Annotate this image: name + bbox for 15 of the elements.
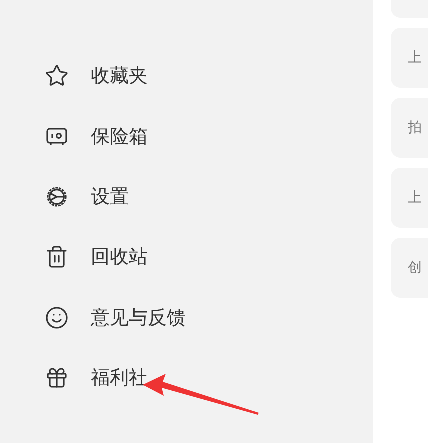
settings-icon [45,184,69,209]
list-card[interactable]: 上 [391,168,428,228]
menu-item[interactable]: 收藏夹 [0,46,373,106]
star-icon [45,64,69,88]
menu-item[interactable]: 回收站 [0,227,373,288]
menu-item[interactable]: 保险箱 [0,106,373,167]
list-card[interactable]: 创 [391,238,428,298]
gift-icon [45,366,69,390]
smiley-icon [45,306,69,330]
trash-icon [45,245,69,270]
list-card[interactable]: 上 [391,28,428,88]
menu-item[interactable]: 福利社 [0,348,373,408]
menu-item[interactable]: 设置 [0,166,373,228]
menu-item[interactable]: 意见与反馈 [0,288,373,348]
list-card[interactable]: 拍 [391,98,428,158]
